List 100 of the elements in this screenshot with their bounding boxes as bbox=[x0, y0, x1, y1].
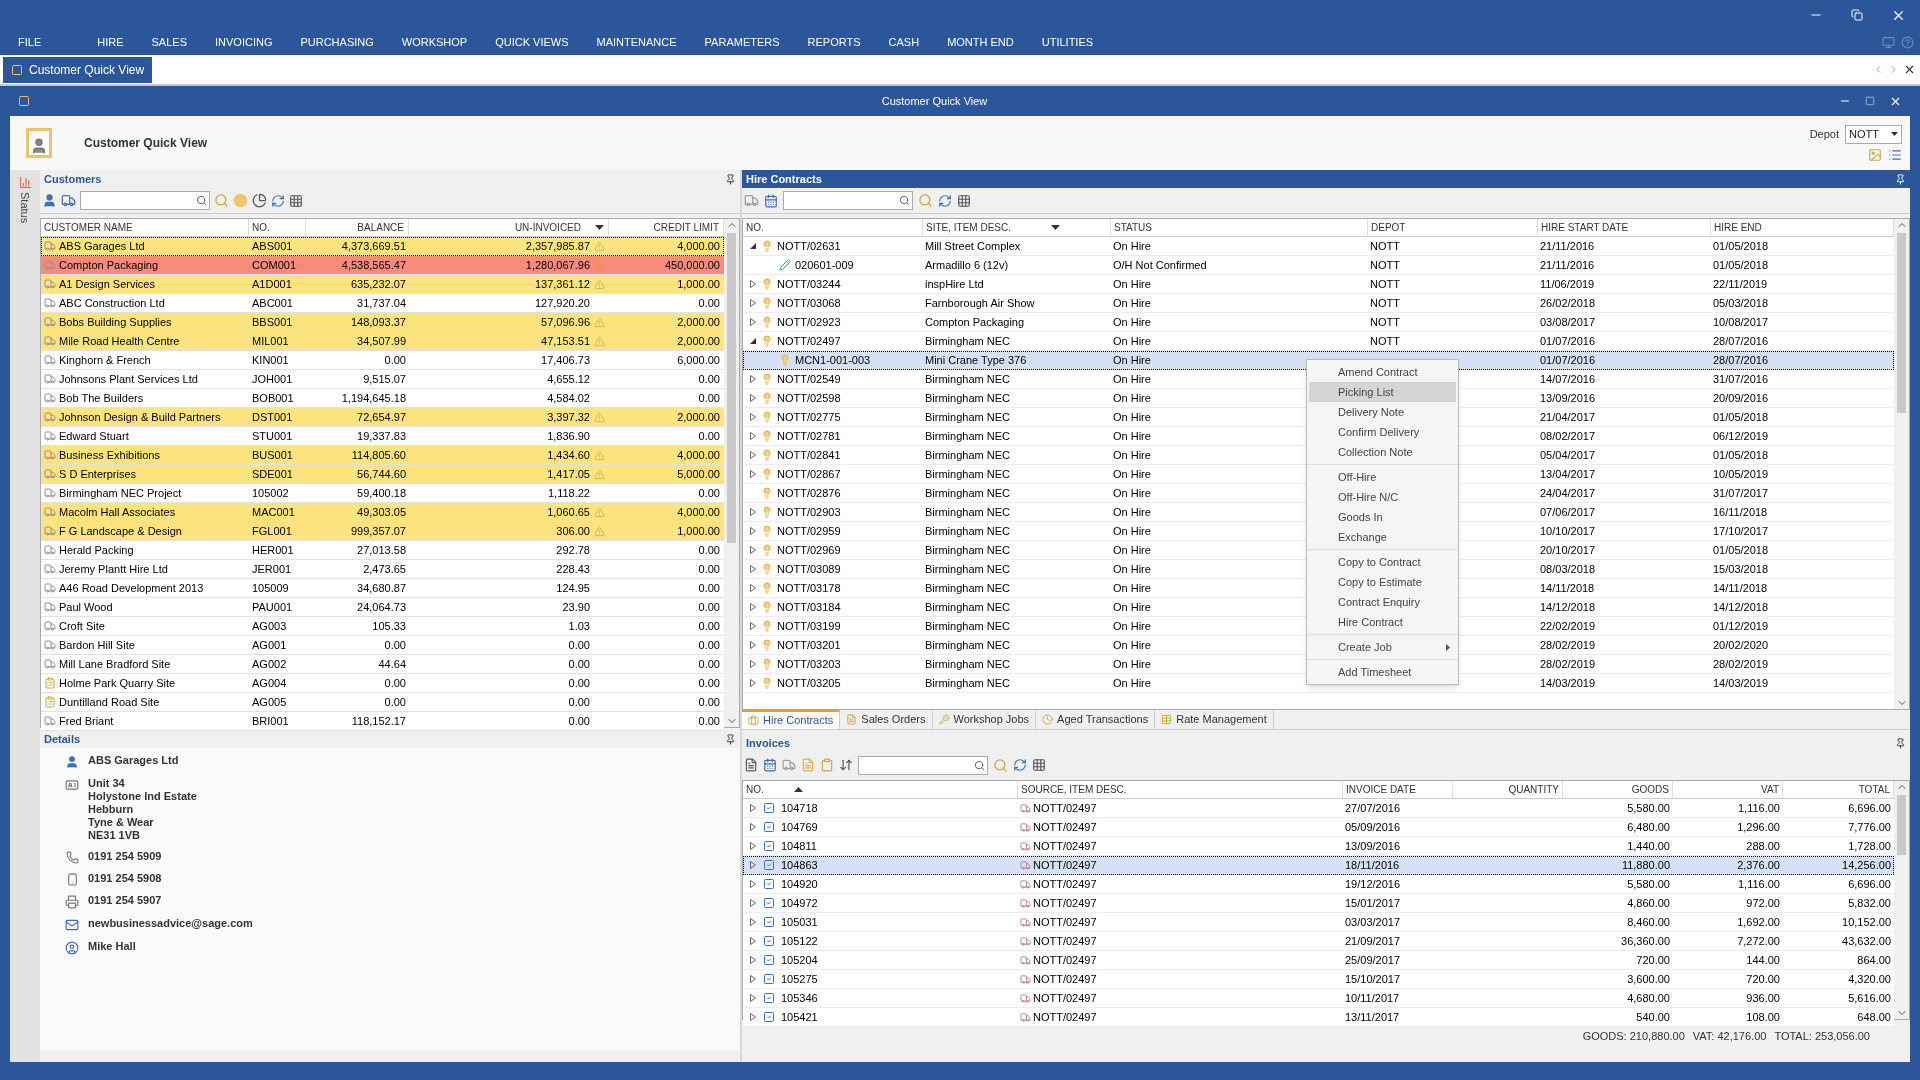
column-header[interactable]: INVOICE DATE bbox=[1346, 782, 1416, 797]
refresh-icon[interactable] bbox=[1013, 758, 1027, 772]
panel-tab[interactable]: Rate Management bbox=[1155, 710, 1274, 729]
list-view-icon[interactable] bbox=[1888, 147, 1902, 162]
expand-icon[interactable] bbox=[749, 451, 757, 459]
column-header[interactable]: CUSTOMER NAME bbox=[44, 220, 133, 235]
refresh-icon[interactable] bbox=[271, 193, 285, 208]
expand-icon[interactable] bbox=[749, 660, 757, 668]
restore-icon[interactable] bbox=[1851, 9, 1863, 21]
clipboard-icon[interactable] bbox=[820, 758, 834, 772]
table-row[interactable]: Johnson Design & Build Partners DST001 72,654.97 3,397.32 2,000.00 bbox=[41, 408, 724, 427]
close-tab-icon[interactable] bbox=[1903, 63, 1916, 76]
table-row[interactable]: 104863 NOTT/02497 18/11/2016 11,880.00 2,376.00 14,256.00 bbox=[743, 856, 1894, 875]
expand-icon[interactable] bbox=[749, 918, 757, 926]
expand-icon[interactable] bbox=[749, 394, 757, 402]
expand-icon[interactable] bbox=[749, 527, 757, 535]
table-row[interactable]: NOTT/02923 Compton Packaging On Hire NOTT 03/08/2017 10/08/2017 bbox=[743, 313, 1894, 332]
expand-icon[interactable] bbox=[749, 318, 757, 326]
document-icon[interactable] bbox=[744, 758, 758, 772]
scrollbar-thumb[interactable] bbox=[727, 233, 736, 543]
table-row[interactable]: F G Landscape & Design FGL001 999,357.07 306.00 1,000.00 bbox=[41, 522, 724, 541]
pin-icon[interactable] bbox=[725, 173, 736, 185]
expand-icon[interactable] bbox=[749, 299, 757, 307]
table-row[interactable]: ABS Garages Ltd ABS001 4,373,669.51 2,357,985.87 4,000.00 bbox=[41, 237, 724, 256]
expand-icon[interactable] bbox=[749, 603, 757, 611]
column-header[interactable]: SITE, ITEM DESC. bbox=[926, 220, 1011, 235]
menu-item[interactable]: WORKSHOP bbox=[387, 34, 482, 51]
table-row[interactable]: NOTT/03068 Farnborough Air Show On Hire NOTT 26/02/2018 05/03/2018 bbox=[743, 294, 1894, 313]
context-menu-item[interactable]: Confirm Delivery bbox=[1309, 422, 1456, 442]
menu-item[interactable]: HIRE bbox=[83, 34, 138, 51]
pin-icon[interactable] bbox=[1895, 737, 1906, 749]
table-row[interactable]: NOTT/02497 Birmingham NEC On Hire NOTT 01/07/2016 28/07/2016 bbox=[743, 332, 1894, 351]
context-menu-item[interactable]: Contract Enquiry bbox=[1309, 592, 1456, 612]
expand-icon[interactable] bbox=[749, 432, 757, 440]
expand-icon[interactable] bbox=[749, 899, 757, 907]
expand-icon[interactable] bbox=[749, 565, 757, 573]
expand-icon[interactable] bbox=[749, 861, 757, 869]
table-row[interactable]: Bobs Building Supplies BBS001 148,093.37 57,096.96 2,000.00 bbox=[41, 313, 724, 332]
scrollbar[interactable] bbox=[1894, 781, 1909, 1019]
status-tab[interactable]: Status bbox=[10, 170, 40, 1062]
expand-icon[interactable] bbox=[749, 470, 757, 478]
expand-icon[interactable] bbox=[749, 546, 757, 554]
table-row[interactable]: Duntilland Road Site AG005 0.00 0.00 0.00 bbox=[41, 693, 724, 712]
menu-item[interactable]: PARAMETERS bbox=[690, 34, 794, 51]
column-header[interactable]: UN-INVOICED bbox=[514, 220, 581, 235]
table-row[interactable]: NOTT/02631 Mill Street Complex On Hire NOTT 21/11/2016 01/05/2018 bbox=[743, 237, 1894, 256]
search-field[interactable] bbox=[858, 755, 988, 775]
context-menu-item[interactable]: Hire Contract bbox=[1309, 612, 1456, 632]
scrollbar[interactable] bbox=[1894, 219, 1909, 709]
expand-icon[interactable] bbox=[749, 508, 757, 516]
column-header[interactable]: HIRE START DATE bbox=[1541, 220, 1629, 235]
context-menu-item[interactable]: Delivery Note bbox=[1309, 402, 1456, 422]
depot-select[interactable]: NOTT bbox=[1845, 124, 1902, 144]
column-header[interactable]: VAT bbox=[1761, 782, 1779, 797]
pie-chart-icon[interactable] bbox=[252, 193, 267, 208]
table-row[interactable]: Compton Packaging COM001 4,538,565.47 1,280,067.96 450,000.00 bbox=[41, 256, 724, 275]
table-row[interactable]: S D Enterprises SDE001 56,744.60 1,417.05 5,000.00 bbox=[41, 465, 724, 484]
collapse-icon[interactable] bbox=[749, 337, 757, 345]
context-menu-item[interactable]: Collection Note bbox=[1309, 442, 1456, 462]
column-header[interactable]: QUANTITY bbox=[1508, 782, 1559, 797]
column-header[interactable]: STATUS bbox=[1114, 220, 1152, 235]
context-menu-item[interactable]: Exchange bbox=[1309, 527, 1456, 547]
context-menu-item[interactable]: Copy to Contract bbox=[1309, 552, 1456, 572]
menu-item[interactable]: PURCHASING bbox=[286, 34, 388, 51]
panel-tab[interactable]: Hire Contracts bbox=[742, 710, 841, 729]
menu-item[interactable]: MONTH END bbox=[933, 34, 1028, 51]
table-row[interactable]: Mile Road Health Centre MIL001 34,507.99 47,153.51 2,000.00 bbox=[41, 332, 724, 351]
table-row[interactable]: NOTT/03244 inspHire Ltd On Hire NOTT 11/06/2019 22/11/2019 bbox=[743, 275, 1894, 294]
column-header[interactable]: BALANCE bbox=[357, 220, 404, 235]
expand-icon[interactable] bbox=[749, 956, 757, 964]
refresh-icon[interactable] bbox=[938, 193, 952, 208]
table-row[interactable]: A1 Design Services A1D001 635,232.07 137,361.12 1,000.00 bbox=[41, 275, 724, 294]
panel-tab[interactable]: Workshop Jobs bbox=[932, 710, 1037, 729]
context-menu-item[interactable]: Picking List bbox=[1309, 382, 1456, 402]
menu-item[interactable]: UTILITIES bbox=[1027, 34, 1108, 51]
context-menu-item[interactable]: Off-Hire bbox=[1309, 467, 1456, 487]
column-header[interactable]: DEPOT bbox=[1371, 220, 1406, 235]
context-menu-item[interactable]: Copy to Estimate bbox=[1309, 572, 1456, 592]
table-row[interactable]: Macolm Hall Associates MAC001 49,303.05 1,060.65 4,000.00 bbox=[41, 503, 724, 522]
expand-icon[interactable] bbox=[749, 880, 757, 888]
panel-tab[interactable]: Sales Orders bbox=[840, 710, 933, 729]
calendar-icon[interactable] bbox=[764, 193, 778, 208]
sort-ascending-icon[interactable] bbox=[793, 787, 803, 792]
expand-icon[interactable] bbox=[749, 804, 757, 812]
expand-icon[interactable] bbox=[749, 641, 757, 649]
table-row[interactable]: Holme Park Quarry Site AG004 0.00 0.00 0.00 bbox=[41, 674, 724, 693]
grid-icon[interactable] bbox=[957, 193, 971, 208]
search-field[interactable] bbox=[80, 191, 210, 210]
expand-icon[interactable] bbox=[749, 679, 757, 687]
column-header[interactable]: NO. bbox=[252, 220, 270, 235]
expand-icon[interactable] bbox=[749, 584, 757, 592]
menu-item[interactable]: FILE bbox=[0, 34, 84, 51]
context-menu-item[interactable]: Create Job bbox=[1309, 637, 1456, 657]
menu-item[interactable]: QUICK VIEWS bbox=[481, 34, 583, 51]
dropdown-caret-icon[interactable] bbox=[1891, 132, 1898, 136]
calendar-icon[interactable] bbox=[763, 758, 777, 772]
column-header[interactable]: CREDIT LIMIT bbox=[653, 220, 719, 235]
column-header[interactable]: SOURCE, ITEM DESC. bbox=[1021, 782, 1127, 797]
table-row[interactable]: 020601-009 Armadillo 6 (12v) O/H Not Confirmed NOTT 21/11/2016 01/05/2018 bbox=[743, 256, 1894, 275]
sort-icon[interactable] bbox=[839, 758, 853, 772]
